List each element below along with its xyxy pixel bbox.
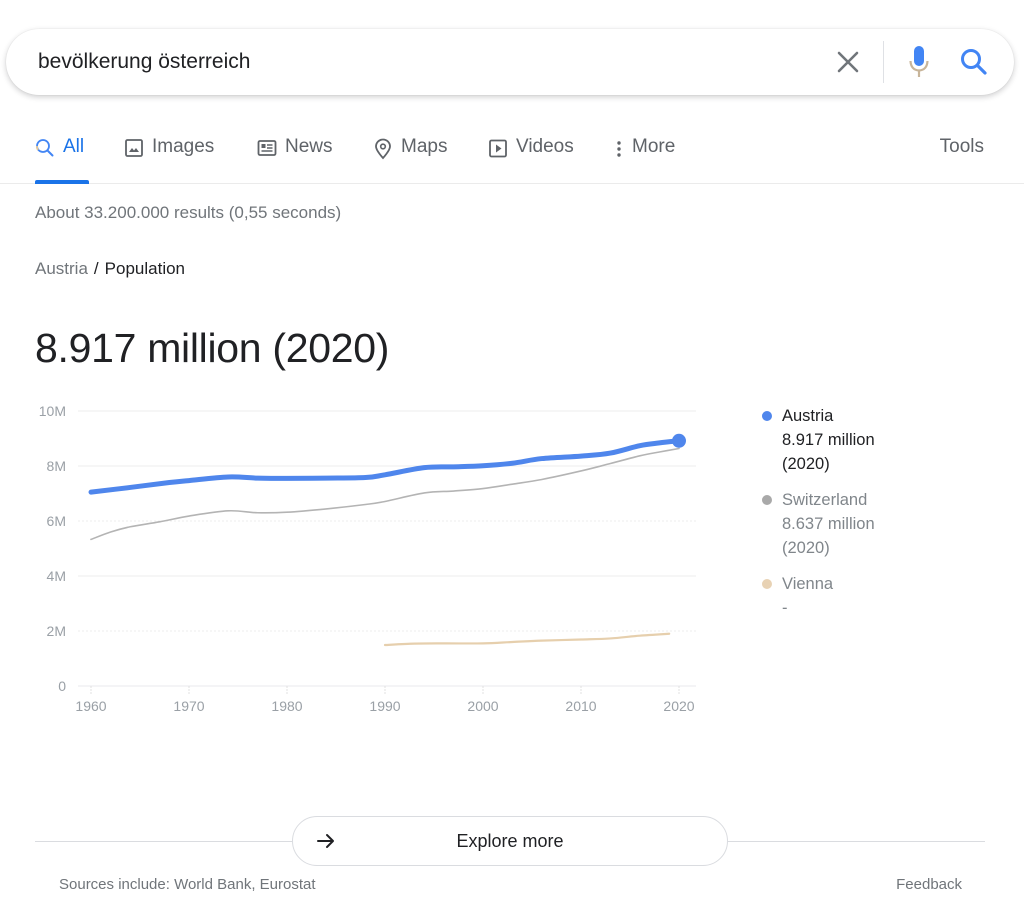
map-pin-icon [375, 138, 391, 160]
search-tabs: All Images News Maps Videos More Tools [0, 120, 1024, 184]
tab-all[interactable]: All [35, 136, 89, 184]
tab-images-label: Images [152, 136, 215, 157]
x-tick-label: 2010 [565, 698, 596, 714]
voice-search-button[interactable] [903, 43, 935, 81]
play-icon [489, 139, 507, 158]
population-chart[interactable]: 0 2M 4M 6M 8M 10M 1960 1970 1980 1990 2000 2010 202… [0, 395, 720, 725]
explore-more-button[interactable]: Explore more [292, 816, 728, 866]
close-icon [837, 51, 859, 73]
legend-name: Switzerland [782, 491, 868, 509]
breadcrumb: Austria / Population [35, 259, 185, 279]
tab-maps[interactable]: Maps [373, 136, 447, 184]
chart-series [88, 433, 686, 647]
headline-value: 8.917 million (2020) [35, 325, 390, 371]
series-line-vienna[interactable] [383, 632, 671, 647]
search-icon [36, 139, 54, 157]
tab-images[interactable]: Images [124, 136, 214, 184]
tab-news-label: News [285, 136, 333, 157]
x-tick-label: 1960 [75, 698, 106, 714]
y-tick-label: 0 [58, 678, 66, 694]
tools-button[interactable]: Tools [940, 136, 984, 158]
search-box [6, 29, 1014, 95]
sources-text: Sources include: World Bank, Eurostat [59, 876, 316, 893]
breadcrumb-parent[interactable]: Austria [35, 259, 88, 278]
x-tick-label: 1990 [369, 698, 400, 714]
breadcrumb-current: Population [104, 259, 185, 278]
legend-name: Austria [782, 407, 834, 425]
x-tick-label: 1980 [271, 698, 302, 714]
legend-value: 8.917 million [782, 431, 875, 449]
legend-item-vienna[interactable]: Vienna - [760, 572, 960, 620]
tab-more-label: More [632, 136, 676, 157]
x-tick-label: 1970 [173, 698, 204, 714]
more-vert-icon [617, 141, 621, 157]
feedback-link[interactable]: Feedback [896, 876, 962, 893]
search-divider [883, 41, 884, 83]
y-tick-label: 8M [47, 458, 66, 474]
result-stats: About 33.200.000 results (0,55 seconds) [35, 203, 342, 222]
search-icon [961, 49, 987, 75]
legend-dot-icon [762, 411, 772, 421]
legend-dot-icon [762, 579, 772, 589]
legend-year: (2020) [782, 539, 830, 557]
x-tick-label: 2000 [467, 698, 498, 714]
legend-value: 8.637 million [782, 515, 875, 533]
tab-news[interactable]: News [257, 136, 333, 184]
search-input[interactable] [36, 46, 796, 78]
tab-maps-label: Maps [401, 136, 448, 157]
y-tick-label: 6M [47, 513, 66, 529]
chart-legend: Austria 8.917 million (2020) Switzerland… [760, 404, 960, 632]
tab-videos-label: Videos [516, 136, 574, 157]
explore-more-label: Explore more [456, 831, 564, 851]
tab-videos[interactable]: Videos [488, 136, 574, 184]
legend-item-switzerland[interactable]: Switzerland 8.637 million (2020) [760, 488, 960, 560]
breadcrumb-separator: / [93, 259, 99, 278]
image-icon [125, 139, 143, 157]
series-end-marker-austria[interactable] [672, 433, 686, 448]
y-tick-label: 2M [47, 623, 66, 639]
x-axis-labels: 1960 1970 1980 1990 2000 2010 2020 [75, 686, 695, 714]
y-tick-label: 10M [39, 403, 66, 419]
y-axis-labels: 0 2M 4M 6M 8M 10M [39, 403, 66, 694]
search-submit-button[interactable] [957, 45, 991, 79]
y-tick-label: 4M [47, 568, 66, 584]
clear-search-button[interactable] [832, 46, 864, 78]
legend-value: - [782, 599, 788, 617]
tab-more[interactable]: More [612, 136, 675, 184]
legend-name: Vienna [782, 575, 834, 593]
microphone-icon [909, 46, 929, 77]
x-tick-label: 2020 [663, 698, 694, 714]
legend-dot-icon [762, 495, 772, 505]
legend-year: (2020) [782, 455, 830, 473]
tab-all-label: All [63, 136, 85, 157]
legend-item-austria[interactable]: Austria 8.917 million (2020) [760, 404, 960, 476]
news-icon [257, 140, 277, 156]
series-line-switzerland[interactable] [90, 447, 680, 541]
